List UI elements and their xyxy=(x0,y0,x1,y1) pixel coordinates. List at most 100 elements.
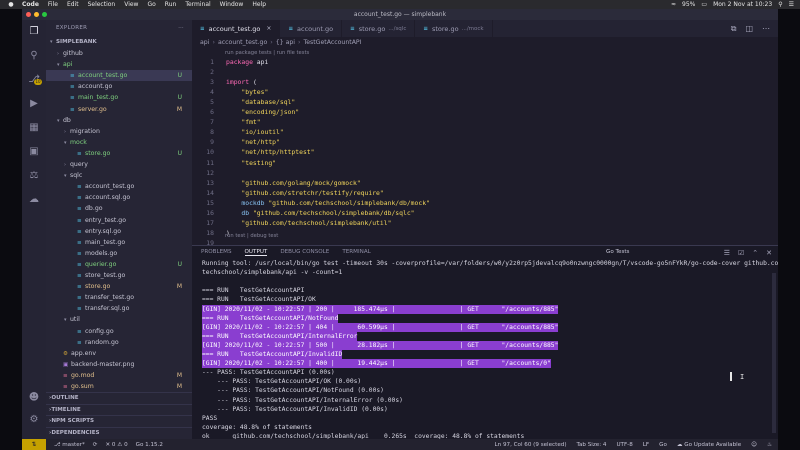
tree-folder[interactable]: ▾ util xyxy=(46,314,192,325)
tree-file[interactable]: ≡ transfer.sql.go xyxy=(46,303,192,314)
tree-file[interactable]: ≡ entry_test.go xyxy=(46,215,192,226)
tree-file[interactable]: ⚙ app.env xyxy=(46,348,192,359)
menu-item-window[interactable]: Window xyxy=(220,1,244,8)
account-icon[interactable]: ☻ xyxy=(22,388,46,406)
notifications-bell-icon[interactable]: ♨ xyxy=(767,442,772,448)
output-channel-select[interactable]: Go Tests xyxy=(606,246,629,259)
panel-tab-problems[interactable]: PROBLEMS xyxy=(201,249,232,255)
section-dependencies[interactable]: ›DEPENDENCIES xyxy=(46,426,192,438)
menu-item-run[interactable]: Run xyxy=(165,1,177,8)
editor-tab[interactable]: ≡ store.go .../sqlc xyxy=(342,20,416,37)
control-center-icon[interactable]: ☰ xyxy=(789,1,794,8)
settings-gear-icon[interactable]: ⚙ xyxy=(22,410,46,428)
tree-file[interactable]: ▣ backend-master.png xyxy=(46,359,192,370)
more-actions-icon[interactable]: ⋯ xyxy=(178,20,184,36)
editor-tab[interactable]: ≡ store.go .../mock xyxy=(415,20,493,37)
section-npm-scripts[interactable]: ›NPM SCRIPTS xyxy=(46,415,192,426)
menu-item-edit[interactable]: Edit xyxy=(67,1,79,8)
lock-scroll-icon[interactable]: ☑ xyxy=(738,249,744,257)
minimize-window-button[interactable] xyxy=(34,12,39,17)
output-view[interactable]: Running tool: /usr/local/bin/go test -ti… xyxy=(192,259,778,440)
wifi-icon[interactable]: ≈ xyxy=(671,1,676,8)
tree-file[interactable]: ≡ store.go M xyxy=(46,281,192,292)
go-update-available[interactable]: ☁ Go Update Available xyxy=(677,442,741,448)
codelens-run-test[interactable]: run test | debug test xyxy=(225,232,278,240)
battery-level[interactable]: 95% xyxy=(682,1,695,8)
feedback-icon[interactable]: ☺ xyxy=(751,442,757,448)
tree-file[interactable]: ≡ entry.sql.go xyxy=(46,226,192,237)
menu-item-terminal[interactable]: Terminal xyxy=(185,1,210,8)
maximize-panel-icon[interactable]: ⌃ xyxy=(752,249,758,257)
tree-file[interactable]: ≡ account_test.go U xyxy=(46,70,192,82)
tree-file[interactable]: ≡ main_test.go U xyxy=(46,92,192,103)
extensions-icon[interactable]: ▦ xyxy=(22,118,46,136)
apple-icon[interactable]: ● xyxy=(6,1,16,8)
tree-file[interactable]: ≡ store_test.go xyxy=(46,270,192,281)
menu-item-file[interactable]: File xyxy=(48,1,58,8)
menu-item-go[interactable]: Go xyxy=(147,1,155,8)
git-branch[interactable]: ⎇ master* xyxy=(54,442,85,448)
breadcrumb-item[interactable]: TestGetAccountAPI xyxy=(304,39,362,46)
end-of-line[interactable]: LF xyxy=(643,442,649,448)
tree-folder[interactable]: ▾ sqlc xyxy=(46,170,192,181)
panel-tab-output[interactable]: OUTPUT xyxy=(244,249,268,256)
menu-item-view[interactable]: View xyxy=(124,1,138,8)
zoom-window-button[interactable] xyxy=(42,12,47,17)
tree-folder[interactable]: ▾ mock xyxy=(46,137,192,148)
section-outline[interactable]: ›OUTLINE xyxy=(46,392,192,403)
clear-output-icon[interactable]: ☰ xyxy=(724,249,730,257)
cursor-position[interactable]: Ln 97, Col 60 (9 selected) xyxy=(495,442,567,448)
language-mode[interactable]: Go xyxy=(659,442,667,448)
tree-file[interactable]: ≡ config.go xyxy=(46,326,192,337)
tree-file[interactable]: ≡ db.go xyxy=(46,203,192,214)
breadcrumb-item[interactable]: {} api xyxy=(276,39,295,46)
sync-icon[interactable]: ⟳ xyxy=(93,442,98,448)
tree-file[interactable]: ≡ account.go xyxy=(46,81,192,92)
testing-flask-icon[interactable]: ⚖ xyxy=(22,166,46,184)
close-tab-icon[interactable]: × xyxy=(266,25,271,32)
go-version[interactable]: Go 1.15.2 xyxy=(136,442,163,448)
editor-tab[interactable]: ≡ account_test.go × xyxy=(192,20,281,37)
menu-item-code[interactable]: Code xyxy=(22,1,39,8)
menu-item-selection[interactable]: Selection xyxy=(88,1,116,8)
file-encoding[interactable]: UTF-8 xyxy=(616,442,632,448)
search-icon[interactable]: ⚲ xyxy=(22,46,46,64)
section-timeline[interactable]: ›TIMELINE xyxy=(46,403,192,415)
source-control-icon[interactable]: ⎇10 xyxy=(22,70,46,88)
tree-folder[interactable]: › migration xyxy=(46,126,192,137)
remote-explorer-icon[interactable]: ▣ xyxy=(22,142,46,160)
editor-tab[interactable]: ≡ account.go xyxy=(280,20,343,37)
panel-tab-debug-console[interactable]: DEBUG CONSOLE xyxy=(280,249,329,255)
breadcrumb-item[interactable]: api xyxy=(200,39,209,46)
close-window-button[interactable] xyxy=(26,12,31,17)
code-editor[interactable]: run package tests | run file tests 1 pack… xyxy=(192,49,778,245)
tree-folder[interactable]: ▾ api xyxy=(46,59,192,70)
tree-file[interactable]: ≡ account_test.go xyxy=(46,181,192,192)
tree-file[interactable]: ≡ go.sum M xyxy=(46,381,192,392)
tree-folder[interactable]: › query xyxy=(46,159,192,170)
tree-file[interactable]: ≡ account.sql.go xyxy=(46,192,192,203)
docker-icon[interactable]: ☁ xyxy=(22,190,46,208)
output-scrollbar[interactable] xyxy=(772,273,776,433)
tree-file[interactable]: ≡ transfer_test.go xyxy=(46,292,192,303)
breadcrumb-item[interactable]: account_test.go xyxy=(218,39,267,46)
tab-size[interactable]: Tab Size: 4 xyxy=(577,442,607,448)
panel-tab-terminal[interactable]: TERMINAL xyxy=(342,249,370,255)
tree-file[interactable]: ≡ go.mod M xyxy=(46,370,192,381)
tree-file[interactable]: ≡ models.go xyxy=(46,248,192,259)
tree-file[interactable]: ≡ querier.go U xyxy=(46,259,192,270)
problems-count[interactable]: ✕ 0 ⚠ 0 xyxy=(105,442,127,448)
close-panel-icon[interactable]: ✕ xyxy=(766,249,772,257)
explorer-icon[interactable]: ❐ xyxy=(22,22,46,40)
clock[interactable]: Mon 2 Nov at 10:23 xyxy=(713,1,772,8)
search-icon[interactable]: ⚲ xyxy=(778,1,782,8)
tree-folder[interactable]: ▾ db xyxy=(46,115,192,126)
remote-indicator-icon[interactable]: ⇅ xyxy=(22,439,46,450)
tree-file[interactable]: ≡ store.go U xyxy=(46,148,192,159)
project-root[interactable]: ▾ SIMPLEBANK xyxy=(46,37,192,48)
tree-file[interactable]: ≡ server.go M xyxy=(46,104,192,115)
run-debug-icon[interactable]: ▶ xyxy=(22,94,46,112)
menu-item-help[interactable]: Help xyxy=(252,1,266,8)
tree-folder[interactable]: › github xyxy=(46,48,192,59)
tree-file[interactable]: ≡ random.go xyxy=(46,337,192,348)
